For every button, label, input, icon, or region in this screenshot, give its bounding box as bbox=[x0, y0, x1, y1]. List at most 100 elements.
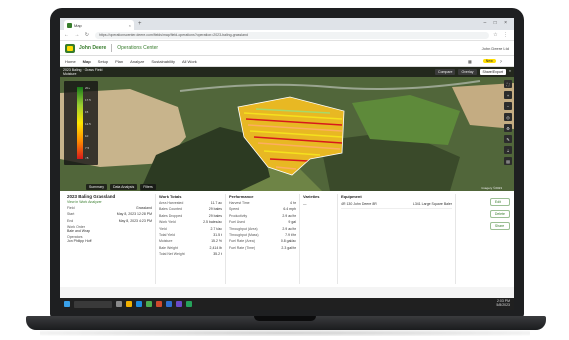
work-totals-heading: Work Totals bbox=[159, 194, 182, 199]
download-icon[interactable]: ⇣ bbox=[504, 146, 512, 154]
legend-label: 20+ bbox=[85, 86, 91, 90]
map-toolbar: 2023 Baling · Grass Field Moisture Compa… bbox=[60, 67, 514, 77]
zoom-out-icon[interactable]: − bbox=[504, 102, 512, 110]
end-row: End May 8, 2023 4:23 PM bbox=[67, 218, 152, 223]
legend-label: 10 bbox=[85, 134, 89, 138]
back-forward-reload-icons[interactable]: ← → ↻ bbox=[64, 32, 91, 38]
start-row: Start May 8, 2023 12:28 PM bbox=[67, 212, 152, 217]
work-total-row: Total Yield 31.5 t bbox=[159, 232, 222, 237]
map-title: 2023 Baling · Grass Field Moisture bbox=[63, 68, 103, 76]
satellite-imagery bbox=[60, 67, 514, 191]
mail-icon[interactable] bbox=[166, 301, 172, 307]
varieties-value: — bbox=[303, 202, 307, 206]
menu-home[interactable]: Home bbox=[65, 59, 76, 64]
menu-analyze[interactable]: Analyze bbox=[130, 59, 144, 64]
menu-map[interactable]: Map bbox=[83, 59, 91, 64]
new-badge[interactable]: New bbox=[482, 59, 496, 63]
clock-date: 5/8/2023 bbox=[496, 303, 510, 307]
file-explorer-icon[interactable] bbox=[126, 301, 132, 307]
share-button[interactable]: Share bbox=[489, 222, 510, 230]
taskbar-search[interactable] bbox=[74, 300, 112, 308]
system-clock[interactable]: 2:03 PM 5/8/2023 bbox=[496, 299, 510, 308]
equipment-row[interactable]: 4R 130 John Deere 8R L341 Large Square B… bbox=[341, 202, 452, 209]
work-total-row: Area Harvested 11.7 ac bbox=[159, 201, 222, 205]
legend-label: 12.5 bbox=[85, 122, 91, 126]
work-total-row: Yield 2.7 t/ac bbox=[159, 226, 222, 231]
legend-color-ramp bbox=[77, 87, 83, 159]
map-actions: Compare Overlay Share/Export × bbox=[435, 69, 511, 75]
varieties-col: Varieties — bbox=[300, 194, 338, 284]
user-menu[interactable]: John Deere Ltd bbox=[482, 46, 509, 51]
delete-button[interactable]: Delete bbox=[489, 210, 510, 218]
work-order-value: Bale and Wrap bbox=[67, 228, 91, 233]
laptop-screen: Map × + – □ × ← → ↻ https://operationsce… bbox=[60, 18, 514, 310]
tab-title: Map bbox=[74, 22, 82, 28]
app-header: John Deere Operations Center John Deere … bbox=[60, 41, 514, 56]
help-icon[interactable]: ? bbox=[500, 59, 502, 64]
work-total-row: Bales Counted 29 bales bbox=[159, 207, 222, 212]
excel-icon[interactable] bbox=[186, 301, 192, 307]
laptop-notch bbox=[254, 316, 316, 321]
fullscreen-icon[interactable]: ⛶ bbox=[504, 80, 512, 88]
summary-chip[interactable]: Summary bbox=[86, 184, 107, 190]
menu-all-work[interactable]: All Work bbox=[182, 59, 197, 64]
browser-tab[interactable]: Map × bbox=[64, 20, 134, 30]
work-total-row: Bale Weight 2,414 lb bbox=[159, 245, 222, 250]
brand-name: John Deere bbox=[79, 45, 107, 51]
map-bottom-chips: Summary Data Analysis Filters bbox=[86, 184, 156, 190]
layers-icon[interactable]: ▤ bbox=[504, 157, 512, 165]
performance-row: Fuel Rate (Area) 0.8 gal/ac bbox=[229, 239, 296, 244]
favicon-icon bbox=[67, 22, 72, 28]
field-row: Field Grassland bbox=[67, 206, 152, 210]
share-export-button[interactable]: Share/Export bbox=[479, 69, 506, 75]
laptop-shadow bbox=[40, 330, 530, 336]
start-icon[interactable] bbox=[64, 301, 70, 307]
task-view-icon[interactable] bbox=[116, 301, 122, 307]
legend-label: 17.5 bbox=[85, 98, 91, 102]
overlay-button[interactable]: Overlay bbox=[458, 69, 477, 75]
draw-icon[interactable]: ✎ bbox=[504, 135, 512, 143]
grid-icon[interactable]: ▦ bbox=[468, 59, 472, 64]
close-tab-icon[interactable]: × bbox=[129, 23, 131, 28]
equipment-heading: Equipment bbox=[341, 194, 362, 199]
panel-actions: Edit Delete Share bbox=[489, 194, 510, 284]
zoom-in-icon[interactable]: + bbox=[504, 91, 512, 99]
address-bar: ← → ↻ https://operationscenter.deere.com… bbox=[60, 30, 514, 41]
performance-row: Fuel Used 9 gal bbox=[229, 220, 296, 225]
data-analysis-chip[interactable]: Data Analysis bbox=[109, 184, 138, 190]
browser-tools-icons[interactable]: ☆ ⋮ bbox=[493, 32, 510, 38]
product-name[interactable]: Operations Center bbox=[117, 45, 158, 51]
legend-label: <5 bbox=[85, 156, 89, 160]
work-analyzer-link[interactable]: View in Work Analyzer bbox=[67, 200, 152, 204]
window-controls[interactable]: – □ × bbox=[484, 20, 511, 26]
deere-logo-icon[interactable] bbox=[65, 43, 75, 53]
moisture-legend[interactable]: 20+ 17.5 15 12.5 10 7.5 <5 bbox=[64, 81, 98, 165]
chrome-icon[interactable] bbox=[146, 301, 152, 307]
locate-icon[interactable]: ◎ bbox=[504, 113, 512, 121]
close-map-icon[interactable]: × bbox=[509, 69, 511, 75]
new-tab-icon[interactable]: + bbox=[138, 21, 142, 27]
menu-sustainability[interactable]: Sustainability bbox=[151, 59, 175, 64]
browser-tab-bar: Map × + – □ × bbox=[60, 18, 514, 30]
filters-chip[interactable]: Filters bbox=[140, 184, 156, 190]
map-tools: ⛶ + − ◎ ⚙ ✎ ⇣ ▤ bbox=[504, 80, 512, 165]
office-icon[interactable] bbox=[156, 301, 162, 307]
url-field[interactable]: https://operationscenter.deere.com/field… bbox=[94, 31, 490, 39]
operation-details: 2023 Baling Grassland View in Work Analy… bbox=[60, 191, 514, 287]
work-total-row: Total Net Weight 35.2 t bbox=[159, 252, 222, 257]
os-taskbar: 2:03 PM 5/8/2023 bbox=[60, 298, 514, 310]
tractor-name: 4R 130 John Deere 8R bbox=[341, 202, 377, 206]
settings-icon[interactable]: ⚙ bbox=[504, 124, 512, 132]
performance-row: Productivity 2.9 ac/hr bbox=[229, 213, 296, 218]
work-total-row: Work Yield 2.5 bales/ac bbox=[159, 220, 222, 225]
performance-row: Speed 6.4 mph bbox=[229, 207, 296, 212]
edge-icon[interactable] bbox=[136, 301, 142, 307]
field-map[interactable]: 2023 Baling · Grass Field Moisture Compa… bbox=[60, 67, 514, 191]
legend-label: 15 bbox=[85, 110, 89, 114]
teams-icon[interactable] bbox=[176, 301, 182, 307]
menu-setup[interactable]: Setup bbox=[98, 59, 108, 64]
compare-button[interactable]: Compare bbox=[435, 69, 456, 75]
menu-plan[interactable]: Plan bbox=[115, 59, 123, 64]
edit-button[interactable]: Edit bbox=[489, 198, 510, 206]
equipment-col: Equipment 4R 130 John Deere 8R L341 Larg… bbox=[338, 194, 456, 284]
